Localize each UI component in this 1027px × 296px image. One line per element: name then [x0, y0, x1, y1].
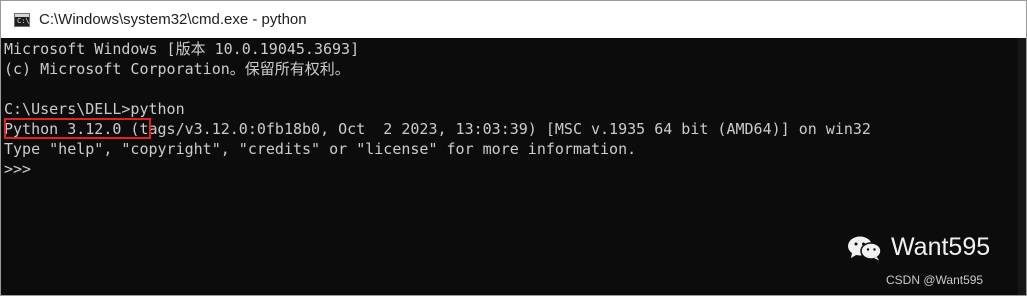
watermark-name: Want595 — [891, 233, 991, 261]
title-bar[interactable]: C:\ C:\Windows\system32\cmd.exe - python — [1, 1, 1026, 38]
console-line-version: Microsoft Windows [版本 10.0.19045.3693] — [4, 40, 360, 58]
csdn-credit: CSDN @Want595 — [886, 273, 984, 287]
console-line-copyright: (c) Microsoft Corporation。保留所有权利。 — [4, 60, 350, 78]
cmd-icon-glyph: C:\ — [17, 16, 30, 25]
window-title: C:\Windows\system32\cmd.exe - python — [39, 11, 307, 28]
cmd-icon: C:\ — [14, 12, 30, 27]
console-line-command: C:\Users\DELL>python — [4, 100, 185, 118]
python-prompt[interactable]: >>> — [4, 159, 1019, 179]
cmd-window: C:\ C:\Windows\system32\cmd.exe - python… — [0, 0, 1027, 296]
watermark: Want595 — [847, 233, 990, 262]
scrollbar[interactable] — [1018, 38, 1026, 295]
console-line-help: Type "help", "copyright", "credits" or "… — [4, 140, 637, 158]
wechat-icon — [848, 236, 882, 260]
console-line-python-banner: Python 3.12.0 (tags/v3.12.0:0fb18b0, Oct… — [4, 120, 871, 138]
